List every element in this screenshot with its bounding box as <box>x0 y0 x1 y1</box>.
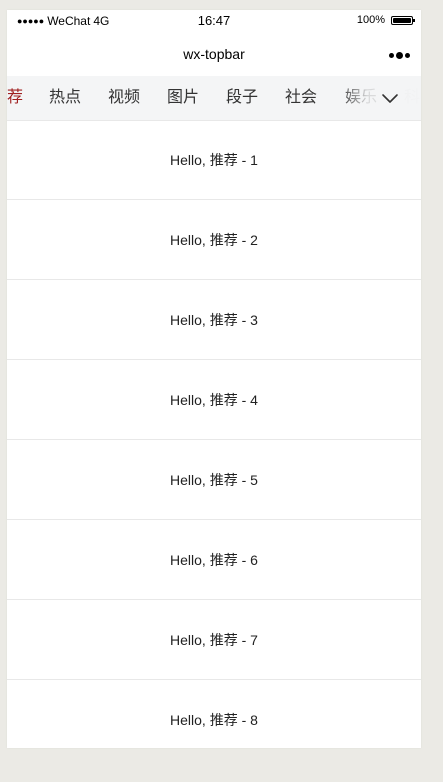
battery-cap <box>413 18 415 22</box>
navigation-bar: wx-topbar <box>7 32 421 76</box>
more-dot <box>388 52 394 58</box>
more-dot <box>404 52 410 58</box>
list-item: Hello, 推荐 - 4 <box>7 360 421 440</box>
list-item: Hello, 推荐 - 2 <box>7 200 421 280</box>
status-right: 100% <box>356 14 415 26</box>
tab-images[interactable]: 图片 <box>167 88 199 108</box>
tab-tech[interactable]: 科 <box>404 88 420 108</box>
chevron-down-icon[interactable] <box>380 89 400 107</box>
content-list: Hello, 推荐 - 1 Hello, 推荐 - 2 Hello, 推荐 - … <box>7 120 421 748</box>
list-item: Hello, 推荐 - 6 <box>7 520 421 600</box>
tab-hot[interactable]: 热点 <box>49 88 81 108</box>
status-bar: ●●●●● WeChat 4G 16:47 100% <box>7 10 421 32</box>
battery-fill <box>393 17 411 23</box>
battery-percent: 100% <box>356 14 385 26</box>
more-dot <box>395 51 403 59</box>
tab-video[interactable]: 视频 <box>108 88 140 108</box>
list-item: Hello, 推荐 - 1 <box>7 120 421 200</box>
tab-entertainment[interactable]: 娱乐 <box>345 88 377 108</box>
more-dots-icon[interactable] <box>387 49 411 61</box>
tab-recommend[interactable]: 荐 <box>7 88 23 108</box>
page-title: wx-topbar <box>183 46 245 62</box>
tab-jokes[interactable]: 段子 <box>226 88 258 108</box>
tab-society[interactable]: 社会 <box>285 88 317 108</box>
list-item: Hello, 推荐 - 5 <box>7 440 421 520</box>
list-item: Hello, 推荐 - 7 <box>7 600 421 680</box>
list-item: Hello, 推荐 - 8 <box>170 711 258 728</box>
phone-screen: ●●●●● WeChat 4G 16:47 100% wx-topbar 荐 热… <box>7 10 421 748</box>
battery-icon <box>391 15 415 25</box>
list-item: Hello, 推荐 - 3 <box>7 280 421 360</box>
topbar-tabs: 荐 热点 视频 图片 段子 社会 娱乐 科 <box>7 76 421 121</box>
